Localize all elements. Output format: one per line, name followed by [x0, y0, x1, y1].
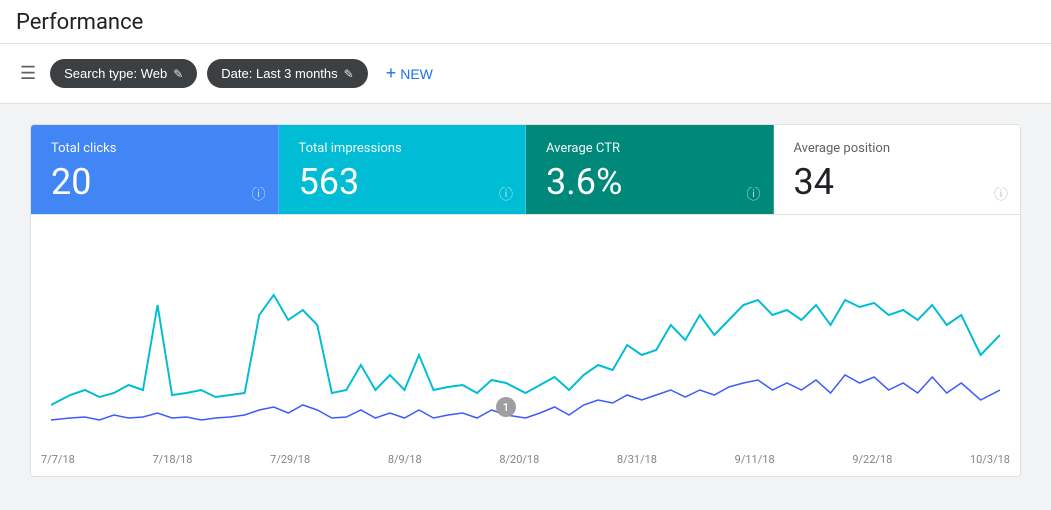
x-label-6: 9/11/18	[735, 453, 775, 466]
chart-area: 1	[31, 215, 1020, 449]
metric-average-position[interactable]: Average position 34 ⓘ	[774, 125, 1021, 214]
page-header: Performance	[0, 0, 1051, 44]
average-ctr-help[interactable]: ⓘ	[747, 184, 761, 204]
metric-total-clicks[interactable]: Total clicks 20 ⓘ	[31, 125, 279, 214]
filter-icon: ☰	[20, 63, 36, 83]
x-axis: 7/7/18 7/18/18 7/29/18 8/9/18 8/20/18 8/…	[31, 449, 1020, 476]
x-label-2: 7/29/18	[270, 453, 310, 466]
plus-icon: +	[386, 63, 397, 84]
total-impressions-value: 563	[299, 164, 506, 200]
page-title: Performance	[16, 10, 1035, 35]
total-clicks-value: 20	[51, 164, 258, 200]
x-label-5: 8/31/18	[617, 453, 657, 466]
average-ctr-value: 3.6%	[546, 164, 753, 200]
x-label-3: 8/9/18	[388, 453, 422, 466]
new-label: NEW	[400, 66, 433, 82]
performance-chart	[51, 235, 1000, 435]
total-clicks-help[interactable]: ⓘ	[252, 184, 266, 204]
date-button[interactable]: Date: Last 3 months ✎	[207, 59, 367, 88]
average-position-help[interactable]: ⓘ	[994, 184, 1008, 204]
metric-total-impressions[interactable]: Total impressions 563 ⓘ	[279, 125, 527, 214]
metric-average-ctr[interactable]: Average CTR 3.6% ⓘ	[526, 125, 774, 214]
marker-circle: 1	[496, 397, 516, 417]
search-type-label: Search type: Web	[64, 66, 167, 81]
x-label-1: 7/18/18	[152, 453, 192, 466]
x-label-4: 8/20/18	[499, 453, 539, 466]
search-type-button[interactable]: Search type: Web ✎	[50, 59, 197, 88]
total-impressions-help[interactable]: ⓘ	[499, 184, 513, 204]
average-ctr-label: Average CTR	[546, 141, 753, 156]
metrics-row: Total clicks 20 ⓘ Total impressions 563 …	[31, 125, 1020, 215]
x-label-7: 9/22/18	[852, 453, 892, 466]
chart-marker: 1	[496, 397, 516, 417]
toolbar: ☰ Search type: Web ✎ Date: Last 3 months…	[0, 44, 1051, 104]
average-position-label: Average position	[794, 141, 1001, 156]
search-type-edit-icon: ✎	[173, 67, 183, 81]
metrics-container: Total clicks 20 ⓘ Total impressions 563 …	[30, 124, 1021, 477]
total-clicks-label: Total clicks	[51, 141, 258, 156]
x-label-0: 7/7/18	[41, 453, 75, 466]
main-content: Total clicks 20 ⓘ Total impressions 563 …	[0, 104, 1051, 497]
x-label-8: 10/3/18	[970, 453, 1010, 466]
filter-icon-button[interactable]: ☰	[16, 59, 40, 88]
date-edit-icon: ✎	[344, 67, 354, 81]
date-label: Date: Last 3 months	[221, 66, 337, 81]
average-position-value: 34	[794, 164, 1001, 200]
total-impressions-label: Total impressions	[299, 141, 506, 156]
new-button[interactable]: + NEW	[378, 56, 441, 91]
